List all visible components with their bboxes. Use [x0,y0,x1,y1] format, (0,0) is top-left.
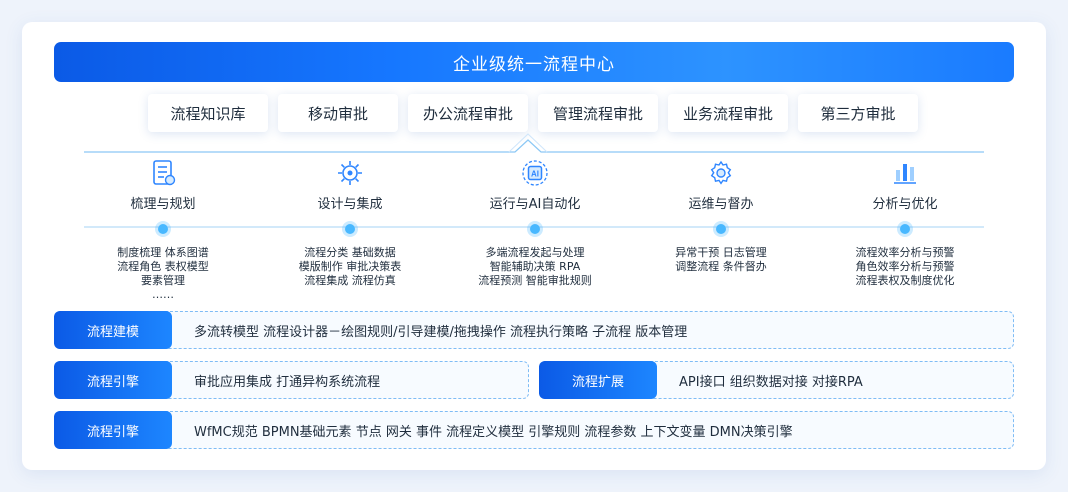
stage-item: 流程分类 基础数据 [304,246,396,259]
stage-items: 多端流程发起与处理 智能辅助决策 RPA 流程预测 智能审批规则 [460,246,610,288]
ai-chip-icon: AI [522,160,548,186]
stage-item: 制度梳理 体系图谱 [117,246,209,259]
stage-item: 流程预测 智能审批规则 [478,274,592,287]
layer-label: 流程引擎 [54,411,172,449]
stage-items: 流程效率分析与预警 角色效率分析与预警 流程表权及制度优化 [830,246,980,288]
maintenance-gear-icon [710,160,732,185]
stage-item: 模版制作 审批决策表 [298,260,402,273]
stage-item: 调整流程 条件督办 [675,260,767,273]
stage-design: 设计与集成 流程分类 基础数据 模版制作 审批决策表 流程集成 流程仿真 [275,158,425,288]
stage-item: 流程角色 表权模型 [117,260,209,273]
layer-label: 流程引擎 [54,361,172,399]
svg-text:AI: AI [531,170,539,179]
layer-label: 流程扩展 [539,361,657,399]
stage-item: 多端流程发起与处理 [485,246,585,259]
layer-engine-integration: 流程引擎 审批应用集成 打通异构系统流程 [54,361,529,399]
layer-content: WfMC规范 BPMN基础元素 节点 网关 事件 流程定义模型 引擎规则 流程参… [194,424,793,440]
timeline-node [716,224,726,234]
stage-item: 要素管理 [141,274,185,287]
stage-item: 角色效率分析与预警 [855,260,955,273]
analytics-icon [894,164,916,184]
stage-title: 设计与集成 [317,197,383,212]
stage-title: 运维与督办 [688,197,754,212]
stage-item: 异常干预 日志管理 [675,246,767,259]
stage-runtime: AI 运行与AI自动化 多端流程发起与处理 智能辅助决策 RPA 流程预测 智能… [460,158,610,288]
layer-content: 多流转模型 流程设计器－绘图规则/引导建模/拖拽操作 流程执行策略 子流程 版本… [194,324,688,340]
stage-item: 智能辅助决策 RPA [489,260,581,273]
layer-engine-standards: 流程引擎 WfMC规范 BPMN基础元素 节点 网关 事件 流程定义模型 引擎规… [54,411,1014,449]
tabs-connector-line [84,139,984,153]
stage-title: 运行与AI自动化 [489,197,581,212]
stage-operations: 运维与督办 异常干预 日志管理 调整流程 条件督办 [646,158,796,274]
layer-modeling: 流程建模 多流转模型 流程设计器－绘图规则/引导建模/拖拽操作 流程执行策略 子… [54,311,1014,349]
tabs-connector-highlight [508,133,548,153]
stage-item: 流程集成 流程仿真 [304,274,396,287]
stage-title: 梳理与规划 [130,197,196,212]
stage-item: …… [152,288,174,301]
layer-label: 流程建模 [54,311,172,349]
timeline-node [530,224,540,234]
stage-item: 流程效率分析与预警 [855,246,955,259]
stage-analysis: 分析与优化 流程效率分析与预警 角色效率分析与预警 流程表权及制度优化 [830,158,980,288]
integration-gear-icon [338,161,362,185]
document-list-icon [153,160,176,186]
stage-title: 分析与优化 [872,197,938,212]
layer-extension: 流程扩展 API接口 组织数据对接 对接RPA [539,361,1014,399]
stage-items: 流程分类 基础数据 模版制作 审批决策表 流程集成 流程仿真 [275,246,425,288]
stage-items: 制度梳理 体系图谱 流程角色 表权模型 要素管理 …… [88,246,238,302]
layer-content: API接口 组织数据对接 对接RPA [679,374,863,390]
stage-item: 流程表权及制度优化 [855,274,955,287]
timeline-node [345,224,355,234]
timeline-node [158,224,168,234]
layer-content: 审批应用集成 打通异构系统流程 [194,374,381,390]
stage-items: 异常干预 日志管理 调整流程 条件督办 [646,246,796,274]
timeline-node [900,224,910,234]
stage-planning: 梳理与规划 制度梳理 体系图谱 流程角色 表权模型 要素管理 …… [88,158,238,302]
